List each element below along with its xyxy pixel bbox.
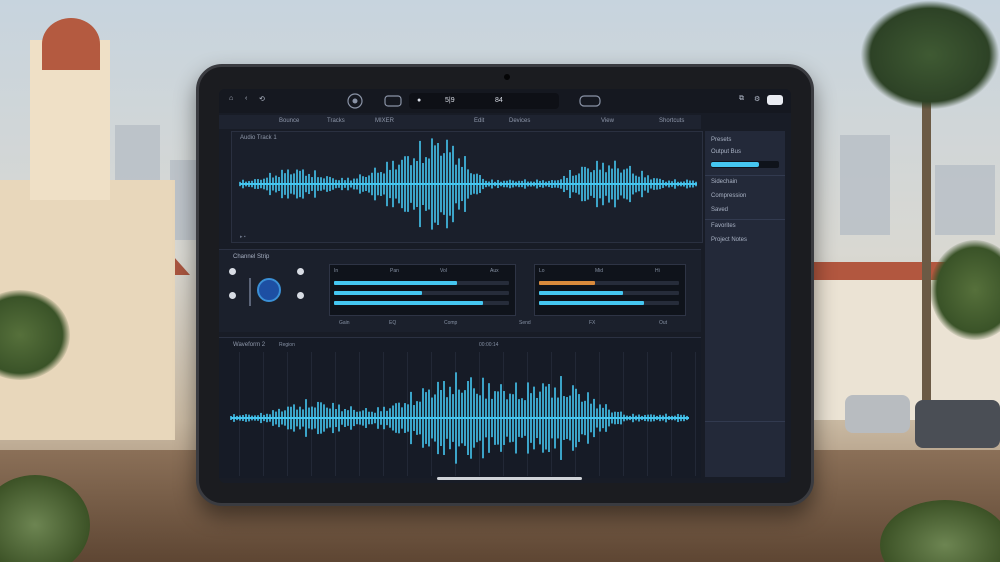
mixer-panel: Channel Strip In Pan Vol Aux Lo Mid Hi G… bbox=[219, 249, 701, 332]
audio-track-2[interactable]: Waveform 2 Region 00:00:14 bbox=[219, 337, 701, 478]
home-indicator[interactable] bbox=[437, 477, 582, 480]
sidebar-item-sidechain[interactable]: Sidechain bbox=[711, 179, 737, 185]
top-toolbar: ⌂ ‹ ⟲ ● 5|9 84 ⧉ ⚙ bbox=[219, 89, 791, 113]
meter-level bbox=[334, 281, 457, 285]
panel-label: Vol bbox=[440, 268, 447, 274]
menu-bar: Bounce Tracks MIXER Edit Devices View Sh… bbox=[219, 115, 701, 129]
skyscraper bbox=[840, 135, 890, 235]
sidebar-item-compression[interactable]: Compression bbox=[711, 193, 746, 199]
share-button[interactable] bbox=[767, 95, 783, 105]
undo-button[interactable]: ⟲ bbox=[259, 95, 265, 103]
menu-mixer[interactable]: MIXER bbox=[375, 118, 394, 124]
meter-level bbox=[539, 301, 644, 305]
meter-level bbox=[334, 301, 483, 305]
window-button[interactable]: ⧉ bbox=[739, 95, 744, 103]
mixer-label: Gain bbox=[339, 320, 350, 326]
mixer-label: Send bbox=[519, 320, 531, 326]
track-1-footer: ▸ ▪ bbox=[240, 234, 246, 240]
daw-screen: ⌂ ‹ ⟲ ● 5|9 84 ⧉ ⚙ Bounce Tracks MIXER E… bbox=[219, 89, 791, 483]
sidebar-item-favorites[interactable]: Favorites bbox=[711, 223, 736, 229]
mixer-label: Out bbox=[659, 320, 668, 326]
menu-edit[interactable]: Edit bbox=[474, 118, 484, 124]
panel-label: Lo bbox=[539, 268, 545, 274]
menu-tracks[interactable]: Tracks bbox=[327, 118, 345, 124]
divider bbox=[705, 175, 785, 176]
menu-view[interactable]: View bbox=[601, 118, 614, 124]
palm-fronds bbox=[860, 0, 1000, 110]
sidebar-item-output[interactable]: Output Bus bbox=[711, 149, 741, 155]
mixer-label: FX bbox=[589, 320, 596, 326]
car bbox=[845, 395, 910, 433]
metronome-icon[interactable] bbox=[347, 93, 363, 109]
car bbox=[915, 400, 1000, 448]
mixer-title: Channel Strip bbox=[233, 254, 270, 260]
meter-level bbox=[334, 291, 422, 295]
loop-icon[interactable] bbox=[384, 93, 402, 109]
settings-gear-icon[interactable]: ⚙ bbox=[754, 95, 760, 103]
inspector-sidebar: Presets Output Bus Sidechain Compression… bbox=[705, 131, 785, 477]
divider bbox=[705, 219, 785, 220]
menu-shortcuts[interactable]: Shortcuts bbox=[659, 118, 684, 124]
audio-track-1[interactable]: Audio Track 1 ▸ ▪ bbox=[231, 131, 703, 243]
panel-label: Hi bbox=[655, 268, 660, 274]
mixer-label: EQ bbox=[389, 320, 397, 326]
small-knob[interactable] bbox=[229, 268, 236, 275]
meter-level bbox=[539, 281, 595, 285]
church-dome bbox=[42, 18, 100, 70]
skyscraper bbox=[935, 165, 995, 235]
back-button[interactable]: ‹ bbox=[245, 95, 247, 102]
tempo-readout: 84 bbox=[495, 97, 503, 104]
main-volume-knob[interactable] bbox=[257, 278, 281, 302]
panel-label: Aux bbox=[490, 268, 499, 274]
mixer-label: Comp bbox=[444, 320, 458, 326]
waveform-1[interactable] bbox=[232, 132, 702, 242]
meter-level bbox=[539, 291, 623, 295]
slider-track[interactable] bbox=[249, 278, 251, 306]
panel-label: In bbox=[334, 268, 339, 274]
menu-devices[interactable]: Devices bbox=[509, 118, 530, 124]
divider bbox=[705, 421, 785, 422]
tablet-device: ⌂ ‹ ⟲ ● 5|9 84 ⧉ ⚙ Bounce Tracks MIXER E… bbox=[196, 64, 814, 506]
menu-bounce[interactable]: Bounce bbox=[279, 118, 299, 124]
panel-label: Pan bbox=[390, 268, 399, 274]
output-level-fill bbox=[711, 162, 759, 167]
link-icon[interactable] bbox=[579, 94, 601, 108]
sidebar-item-notes[interactable]: Project Notes bbox=[711, 237, 747, 243]
sidebar-item-saved[interactable]: Saved bbox=[711, 207, 728, 213]
small-knob[interactable] bbox=[297, 292, 304, 299]
transport-display[interactable]: ● 5|9 84 bbox=[409, 93, 559, 109]
fader-panel-2[interactable]: Lo Mid Hi bbox=[534, 264, 686, 316]
palm-trunk bbox=[922, 80, 931, 410]
sidebar-item-presets[interactable]: Presets bbox=[711, 137, 731, 143]
small-knob[interactable] bbox=[229, 292, 236, 299]
position-readout: 5|9 bbox=[445, 97, 455, 104]
small-knob[interactable] bbox=[297, 268, 304, 275]
waveform-2[interactable] bbox=[219, 338, 701, 478]
fader-panel-1[interactable]: In Pan Vol Aux bbox=[329, 264, 516, 316]
home-button[interactable]: ⌂ bbox=[229, 95, 233, 102]
panel-label: Mid bbox=[595, 268, 604, 274]
record-icon[interactable]: ● bbox=[417, 97, 421, 104]
front-camera bbox=[504, 74, 510, 80]
